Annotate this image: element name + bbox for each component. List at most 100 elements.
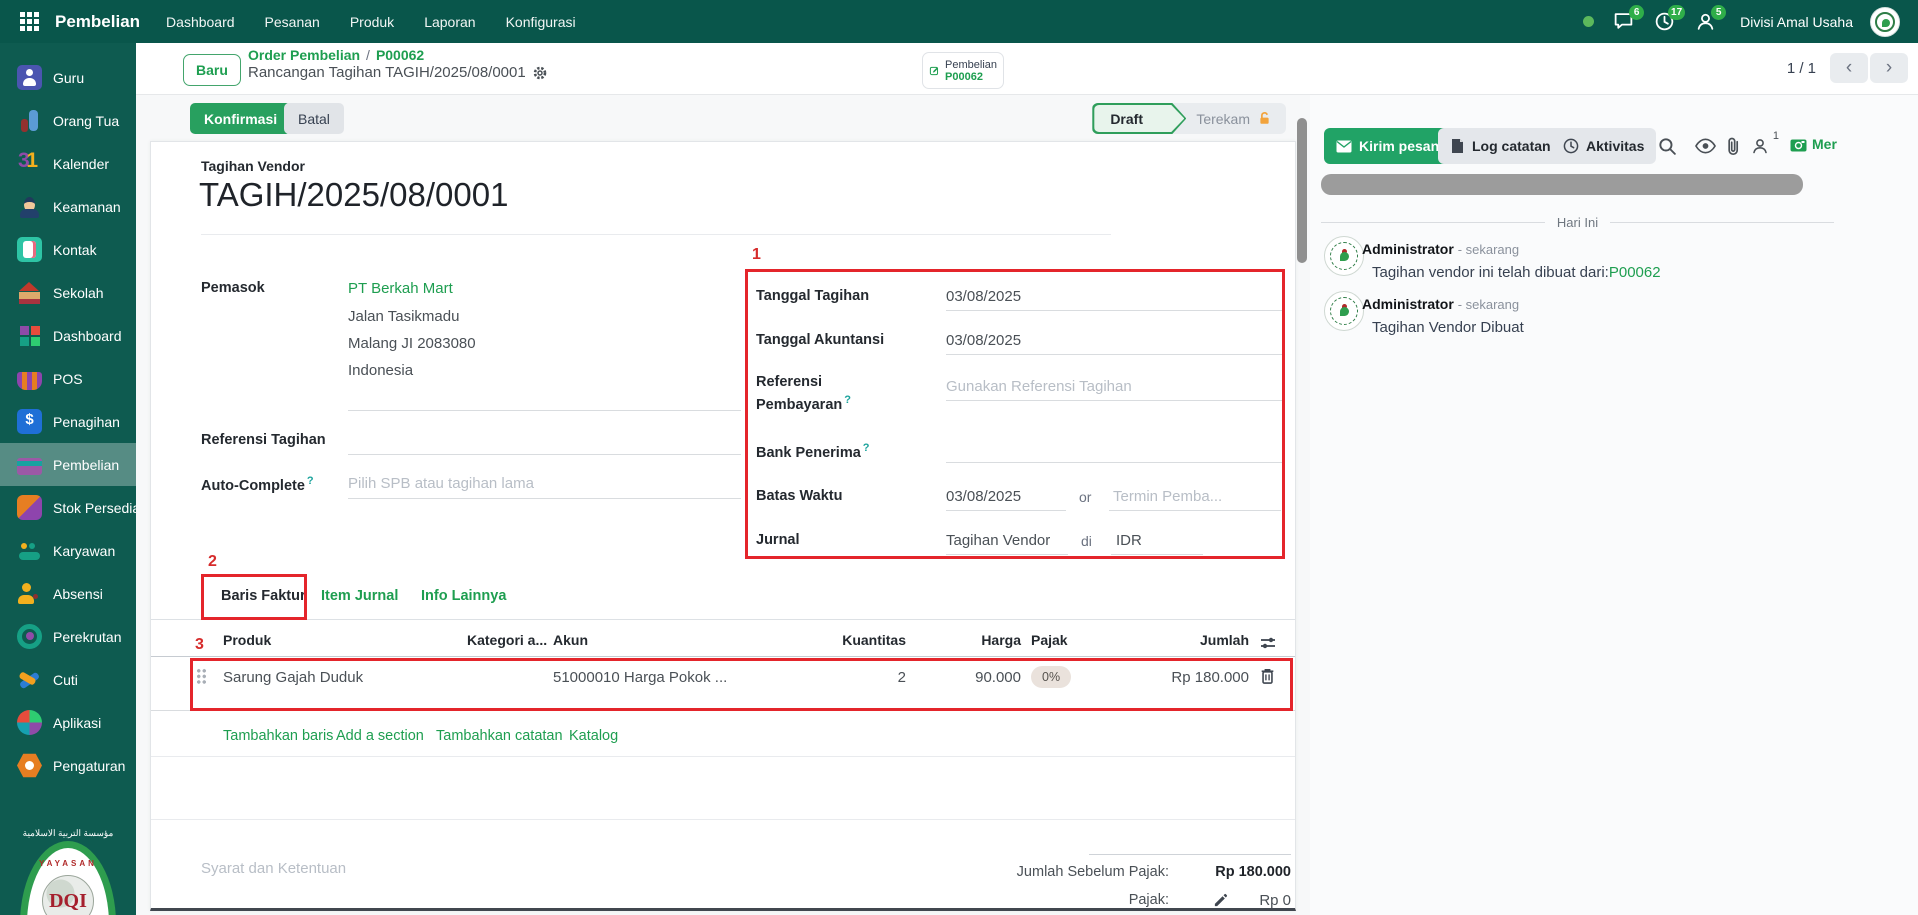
annotation-number-1: 1 — [752, 246, 761, 264]
cell-produk[interactable]: Sarung Gajah Duduk — [223, 669, 363, 686]
log-note-button[interactable]: Log catatan — [1438, 128, 1563, 164]
bank-penerima-field[interactable] — [946, 462, 1284, 463]
sidebar-item-keamanan[interactable]: Keamanan — [0, 185, 136, 228]
currency-field[interactable]: IDR — [1116, 532, 1142, 549]
messages-icon[interactable]: 6 — [1611, 10, 1635, 34]
cell-pajak-badge[interactable]: 0% — [1031, 666, 1071, 688]
sidebar-item-pengaturan[interactable]: Pengaturan — [0, 744, 136, 787]
doc-type-label: Tagihan Vendor — [201, 158, 305, 174]
termin-field[interactable]: Termin Pemba... — [1113, 488, 1222, 505]
tanggal-tagihan-field[interactable]: 03/08/2025 — [946, 288, 1021, 305]
annotation-box-1 — [745, 269, 1285, 559]
sidebar-item-aplikasi[interactable]: Aplikasi — [0, 701, 136, 744]
col-jumlah[interactable]: Jumlah — [1149, 632, 1249, 648]
or-label: or — [1079, 489, 1091, 505]
sidebar-item-cuti[interactable]: Cuti — [0, 658, 136, 701]
tanggal-akuntansi-field[interactable]: 03/08/2025 — [946, 332, 1021, 349]
requests-icon[interactable]: 5 — [1693, 10, 1717, 34]
cancel-button[interactable]: Batal — [284, 103, 344, 134]
delete-row-icon[interactable] — [1259, 667, 1276, 685]
add-line-link[interactable]: Tambahkan baris — [223, 728, 333, 744]
company-name[interactable]: Divisi Amal Usaha — [1740, 14, 1853, 30]
watchers-eye-icon[interactable] — [1693, 134, 1717, 158]
app-brand[interactable]: Pembelian — [55, 12, 140, 32]
col-pajak[interactable]: Pajak — [1031, 632, 1068, 648]
tab-info-lainnya[interactable]: Info Lainnya — [421, 588, 506, 604]
autocomplete-label: Auto-Complete? — [201, 475, 314, 494]
followers-count: 1 — [1773, 130, 1779, 142]
sidebar-item-penagihan[interactable]: Penagihan — [0, 400, 136, 443]
apps-icon — [17, 710, 42, 735]
menu-produk[interactable]: Produk — [350, 14, 394, 30]
cell-akun[interactable]: 51000010 Harga Pokok ... — [553, 669, 727, 686]
sidebar-item-perekrutan[interactable]: Perekrutan — [0, 615, 136, 658]
edit-tax-pencil-icon[interactable] — [1213, 893, 1228, 908]
breadcrumb-ref[interactable]: P00062 — [376, 47, 424, 63]
col-kuantitas[interactable]: Kuantitas — [806, 632, 906, 648]
breadcrumb-parent[interactable]: Order Pembelian — [248, 47, 360, 63]
tab-item-jurnal[interactable]: Item Jurnal — [321, 588, 398, 604]
message-link[interactable]: P00062 — [1609, 264, 1661, 281]
jurnal-label: Jurnal — [756, 532, 800, 548]
menu-dashboard[interactable]: Dashboard — [166, 14, 235, 30]
apps-grid-icon[interactable] — [20, 12, 39, 31]
pager-prev-button[interactable]: ‹ — [1830, 53, 1868, 83]
optional-columns-icon[interactable] — [1259, 634, 1277, 652]
sidebar-item-pembelian[interactable]: Pembelian — [0, 443, 136, 486]
jurnal-field[interactable]: Tagihan Vendor — [946, 532, 1050, 549]
follow-button[interactable]: Mer — [1790, 136, 1837, 152]
pager-next-button[interactable]: › — [1870, 53, 1908, 83]
source-order-smart-button[interactable]: PembelianP00062 — [922, 52, 1004, 89]
confirm-button[interactable]: Konfirmasi — [190, 103, 291, 134]
add-section-link[interactable]: Add a section — [336, 728, 424, 744]
referensi-pembayaran-field[interactable]: Gunakan Referensi Tagihan — [946, 378, 1132, 395]
menu-konfigurasi[interactable]: Konfigurasi — [506, 14, 576, 30]
sidebar-item-pos[interactable]: POS — [0, 357, 136, 400]
activity-button[interactable]: Aktivitas — [1551, 128, 1656, 164]
sidebar-item-kalender[interactable]: Kalender — [0, 142, 136, 185]
doc-number-title[interactable]: TAGIH/2025/08/0001 — [199, 176, 508, 214]
sidebar-item-absensi[interactable]: Absensi — [0, 572, 136, 615]
col-kategori[interactable]: Kategori a... — [467, 632, 547, 648]
col-produk[interactable]: Produk — [223, 632, 271, 648]
sidebar-item-dashboard[interactable]: Dashboard — [0, 314, 136, 357]
status-terekam[interactable]: Terekam — [1186, 111, 1286, 127]
referensi-tagihan-field[interactable] — [348, 454, 741, 455]
tab-baris-faktur[interactable]: Baris Faktur — [221, 588, 306, 604]
autocomplete-field[interactable]: Pilih SPB atau tagihan lama — [348, 475, 534, 492]
search-messages-icon[interactable] — [1655, 134, 1679, 158]
help-icon: ? — [307, 475, 314, 487]
sidebar-item-sekolah[interactable]: Sekolah — [0, 271, 136, 314]
sidebar-item-guru[interactable]: Guru — [0, 56, 136, 99]
tax-label: Pajak: — [911, 892, 1169, 908]
drag-handle[interactable] — [196, 668, 207, 685]
attachment-paperclip-icon[interactable] — [1721, 134, 1745, 158]
col-akun[interactable]: Akun — [553, 632, 588, 648]
main-scrollbar[interactable] — [1297, 118, 1307, 263]
gear-icon[interactable] — [532, 65, 548, 81]
col-harga[interactable]: Harga — [941, 632, 1021, 648]
cell-kuantitas[interactable]: 2 — [806, 669, 906, 686]
composer-placeholder-bar[interactable] — [1321, 174, 1803, 195]
activities-icon[interactable]: 17 — [1652, 10, 1676, 34]
followers-icon[interactable]: 1 — [1748, 134, 1772, 158]
batas-waktu-field[interactable]: 03/08/2025 — [946, 488, 1021, 505]
user-avatar[interactable] — [1870, 7, 1900, 37]
record-pager: 1 / 1 ‹ › — [1787, 53, 1908, 83]
send-message-button[interactable]: Kirim pesan — [1324, 128, 1451, 164]
sidebar-item-orang-tua[interactable]: Orang Tua — [0, 99, 136, 142]
message-avatar — [1324, 236, 1364, 276]
di-label: di — [1081, 533, 1092, 549]
sidebar-item-karyawan[interactable]: Karyawan — [0, 529, 136, 572]
catalog-link[interactable]: Katalog — [569, 728, 618, 744]
sidebar-item-kontak[interactable]: Kontak — [0, 228, 136, 271]
pemasok-value[interactable]: PT Berkah Mart — [348, 280, 453, 297]
menu-pesanan[interactable]: Pesanan — [265, 14, 320, 30]
status-draft[interactable]: Draft — [1092, 103, 1186, 134]
menu-laporan[interactable]: Laporan — [424, 14, 475, 30]
sidebar-item-stok[interactable]: Stok Persediaan — [0, 486, 136, 529]
terms-field[interactable]: Syarat dan Ketentuan — [201, 860, 346, 877]
cell-harga[interactable]: 90.000 — [941, 669, 1021, 686]
new-record-button[interactable]: Baru — [183, 54, 241, 86]
add-note-link[interactable]: Tambahkan catatan — [436, 728, 563, 744]
